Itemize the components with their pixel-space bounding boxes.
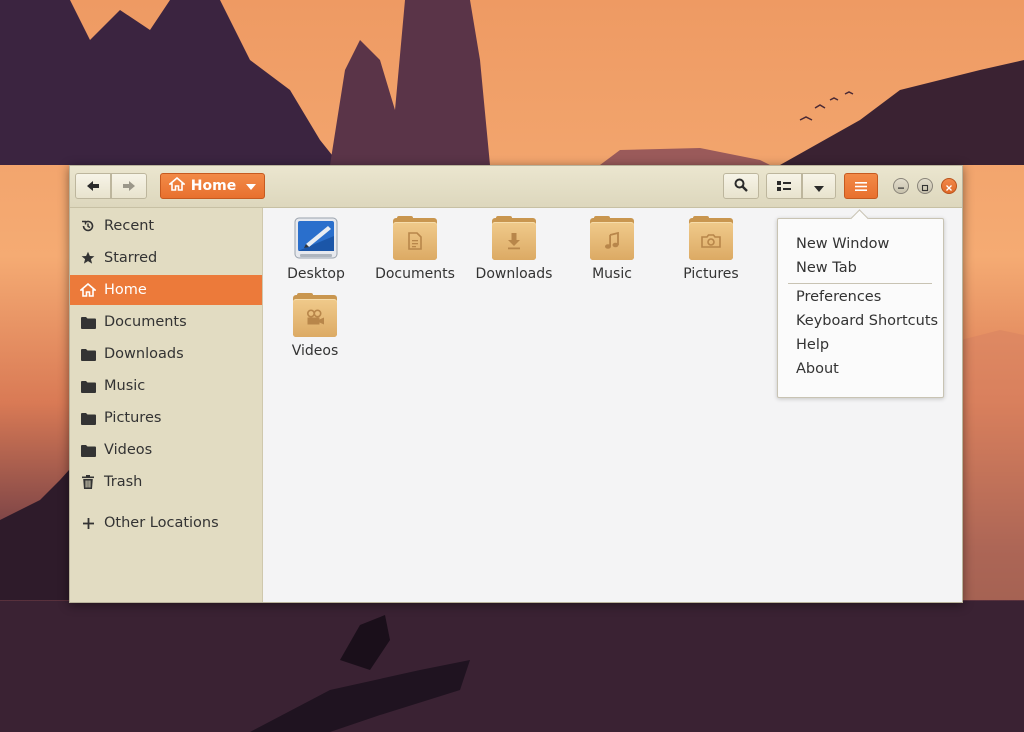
file-item-label: Downloads: [475, 266, 553, 282]
star-icon: [80, 251, 96, 265]
hamburger-menu-icon: [855, 177, 867, 196]
forward-arrow-icon: [122, 177, 136, 196]
sidebar-item-label: Other Locations: [104, 515, 219, 531]
chevron-down-icon: [246, 178, 257, 194]
file-item-desktop[interactable]: Desktop: [271, 216, 361, 282]
videos-folder-icon: [291, 293, 339, 339]
search-button[interactable]: [723, 173, 759, 199]
menu-item-new-tab[interactable]: New Tab: [796, 260, 857, 276]
sidebar-item-label: Music: [104, 378, 146, 394]
menu-separator: [788, 283, 932, 284]
file-item-label: Documents: [375, 266, 455, 282]
maximize-button[interactable]: [917, 178, 933, 194]
file-item-pictures[interactable]: Pictures: [666, 216, 756, 282]
back-button[interactable]: [75, 173, 111, 199]
folder-icon: [80, 412, 96, 425]
main-menu-popover: New Window New Tab Preferences Keyboard …: [777, 218, 944, 398]
sidebar-item-label: Documents: [104, 314, 187, 330]
plus-icon: [80, 517, 96, 529]
folder-icon: [80, 348, 96, 361]
sidebar-item-label: Videos: [104, 442, 153, 458]
sidebar-item-label: Starred: [104, 250, 158, 266]
home-icon: [80, 283, 96, 297]
sidebar-item-pictures[interactable]: Pictures: [70, 403, 262, 433]
file-item-label: Videos: [291, 343, 339, 359]
file-item-documents[interactable]: Documents: [370, 216, 460, 282]
header-bar: Home: [70, 166, 962, 208]
sidebar-item-home[interactable]: Home: [70, 275, 262, 305]
view-mode-button[interactable]: [766, 173, 802, 199]
sidebar-item-downloads[interactable]: Downloads: [70, 339, 262, 369]
menu-item-new-window[interactable]: New Window: [796, 236, 889, 252]
sidebar-item-label: Trash: [104, 474, 143, 490]
sidebar-item-trash[interactable]: Trash: [70, 467, 262, 497]
minimize-icon: [897, 177, 905, 196]
menu-item-about[interactable]: About: [796, 361, 839, 377]
sidebar-item-label: Home: [104, 282, 147, 298]
pictures-folder-icon: [687, 216, 735, 262]
sidebar-item-label: Downloads: [104, 346, 184, 362]
main-menu-button[interactable]: [844, 173, 878, 199]
clock-icon: [80, 219, 96, 233]
menu-item-keyboard-shortcuts[interactable]: Keyboard Shortcuts: [796, 313, 938, 329]
sidebar-item-videos[interactable]: Videos: [70, 435, 262, 465]
sidebar-item-music[interactable]: Music: [70, 371, 262, 401]
view-options-button[interactable]: [802, 173, 836, 199]
sidebar: Recent Starred Home Documents Downloads: [70, 208, 263, 602]
maximize-icon: [921, 177, 929, 196]
sidebar-item-recent[interactable]: Recent: [70, 211, 262, 241]
file-item-label: Music: [592, 266, 632, 282]
chevron-down-icon: [814, 177, 824, 196]
folder-icon: [80, 380, 96, 393]
back-arrow-icon: [86, 177, 100, 196]
sidebar-item-label: Recent: [104, 218, 155, 234]
menu-item-preferences[interactable]: Preferences: [796, 289, 881, 305]
file-item-music[interactable]: Music: [567, 216, 657, 282]
sidebar-item-other-locations[interactable]: Other Locations: [70, 508, 262, 538]
music-folder-icon: [588, 216, 636, 262]
downloads-folder-icon: [490, 216, 538, 262]
folder-icon: [80, 316, 96, 329]
home-icon: [167, 176, 186, 195]
forward-button[interactable]: [111, 173, 147, 199]
file-item-label: Pictures: [683, 266, 739, 282]
trash-icon: [80, 475, 96, 489]
list-view-icon: [777, 177, 791, 196]
file-item-label: Desktop: [287, 266, 345, 282]
close-icon: [945, 177, 953, 196]
folder-icon: [80, 444, 96, 457]
search-icon: [734, 177, 748, 196]
path-bar-home-button[interactable]: Home: [160, 173, 265, 199]
menu-item-help[interactable]: Help: [796, 337, 829, 353]
desktop-folder-icon: [292, 216, 340, 262]
close-button[interactable]: [941, 178, 957, 194]
minimize-button[interactable]: [893, 178, 909, 194]
sidebar-item-starred[interactable]: Starred: [70, 243, 262, 273]
documents-folder-icon: [391, 216, 439, 262]
sidebar-item-documents[interactable]: Documents: [70, 307, 262, 337]
file-item-videos[interactable]: Videos: [270, 293, 360, 359]
path-bar-label: Home: [190, 178, 237, 194]
sidebar-item-label: Pictures: [104, 410, 162, 426]
file-item-downloads[interactable]: Downloads: [469, 216, 559, 282]
